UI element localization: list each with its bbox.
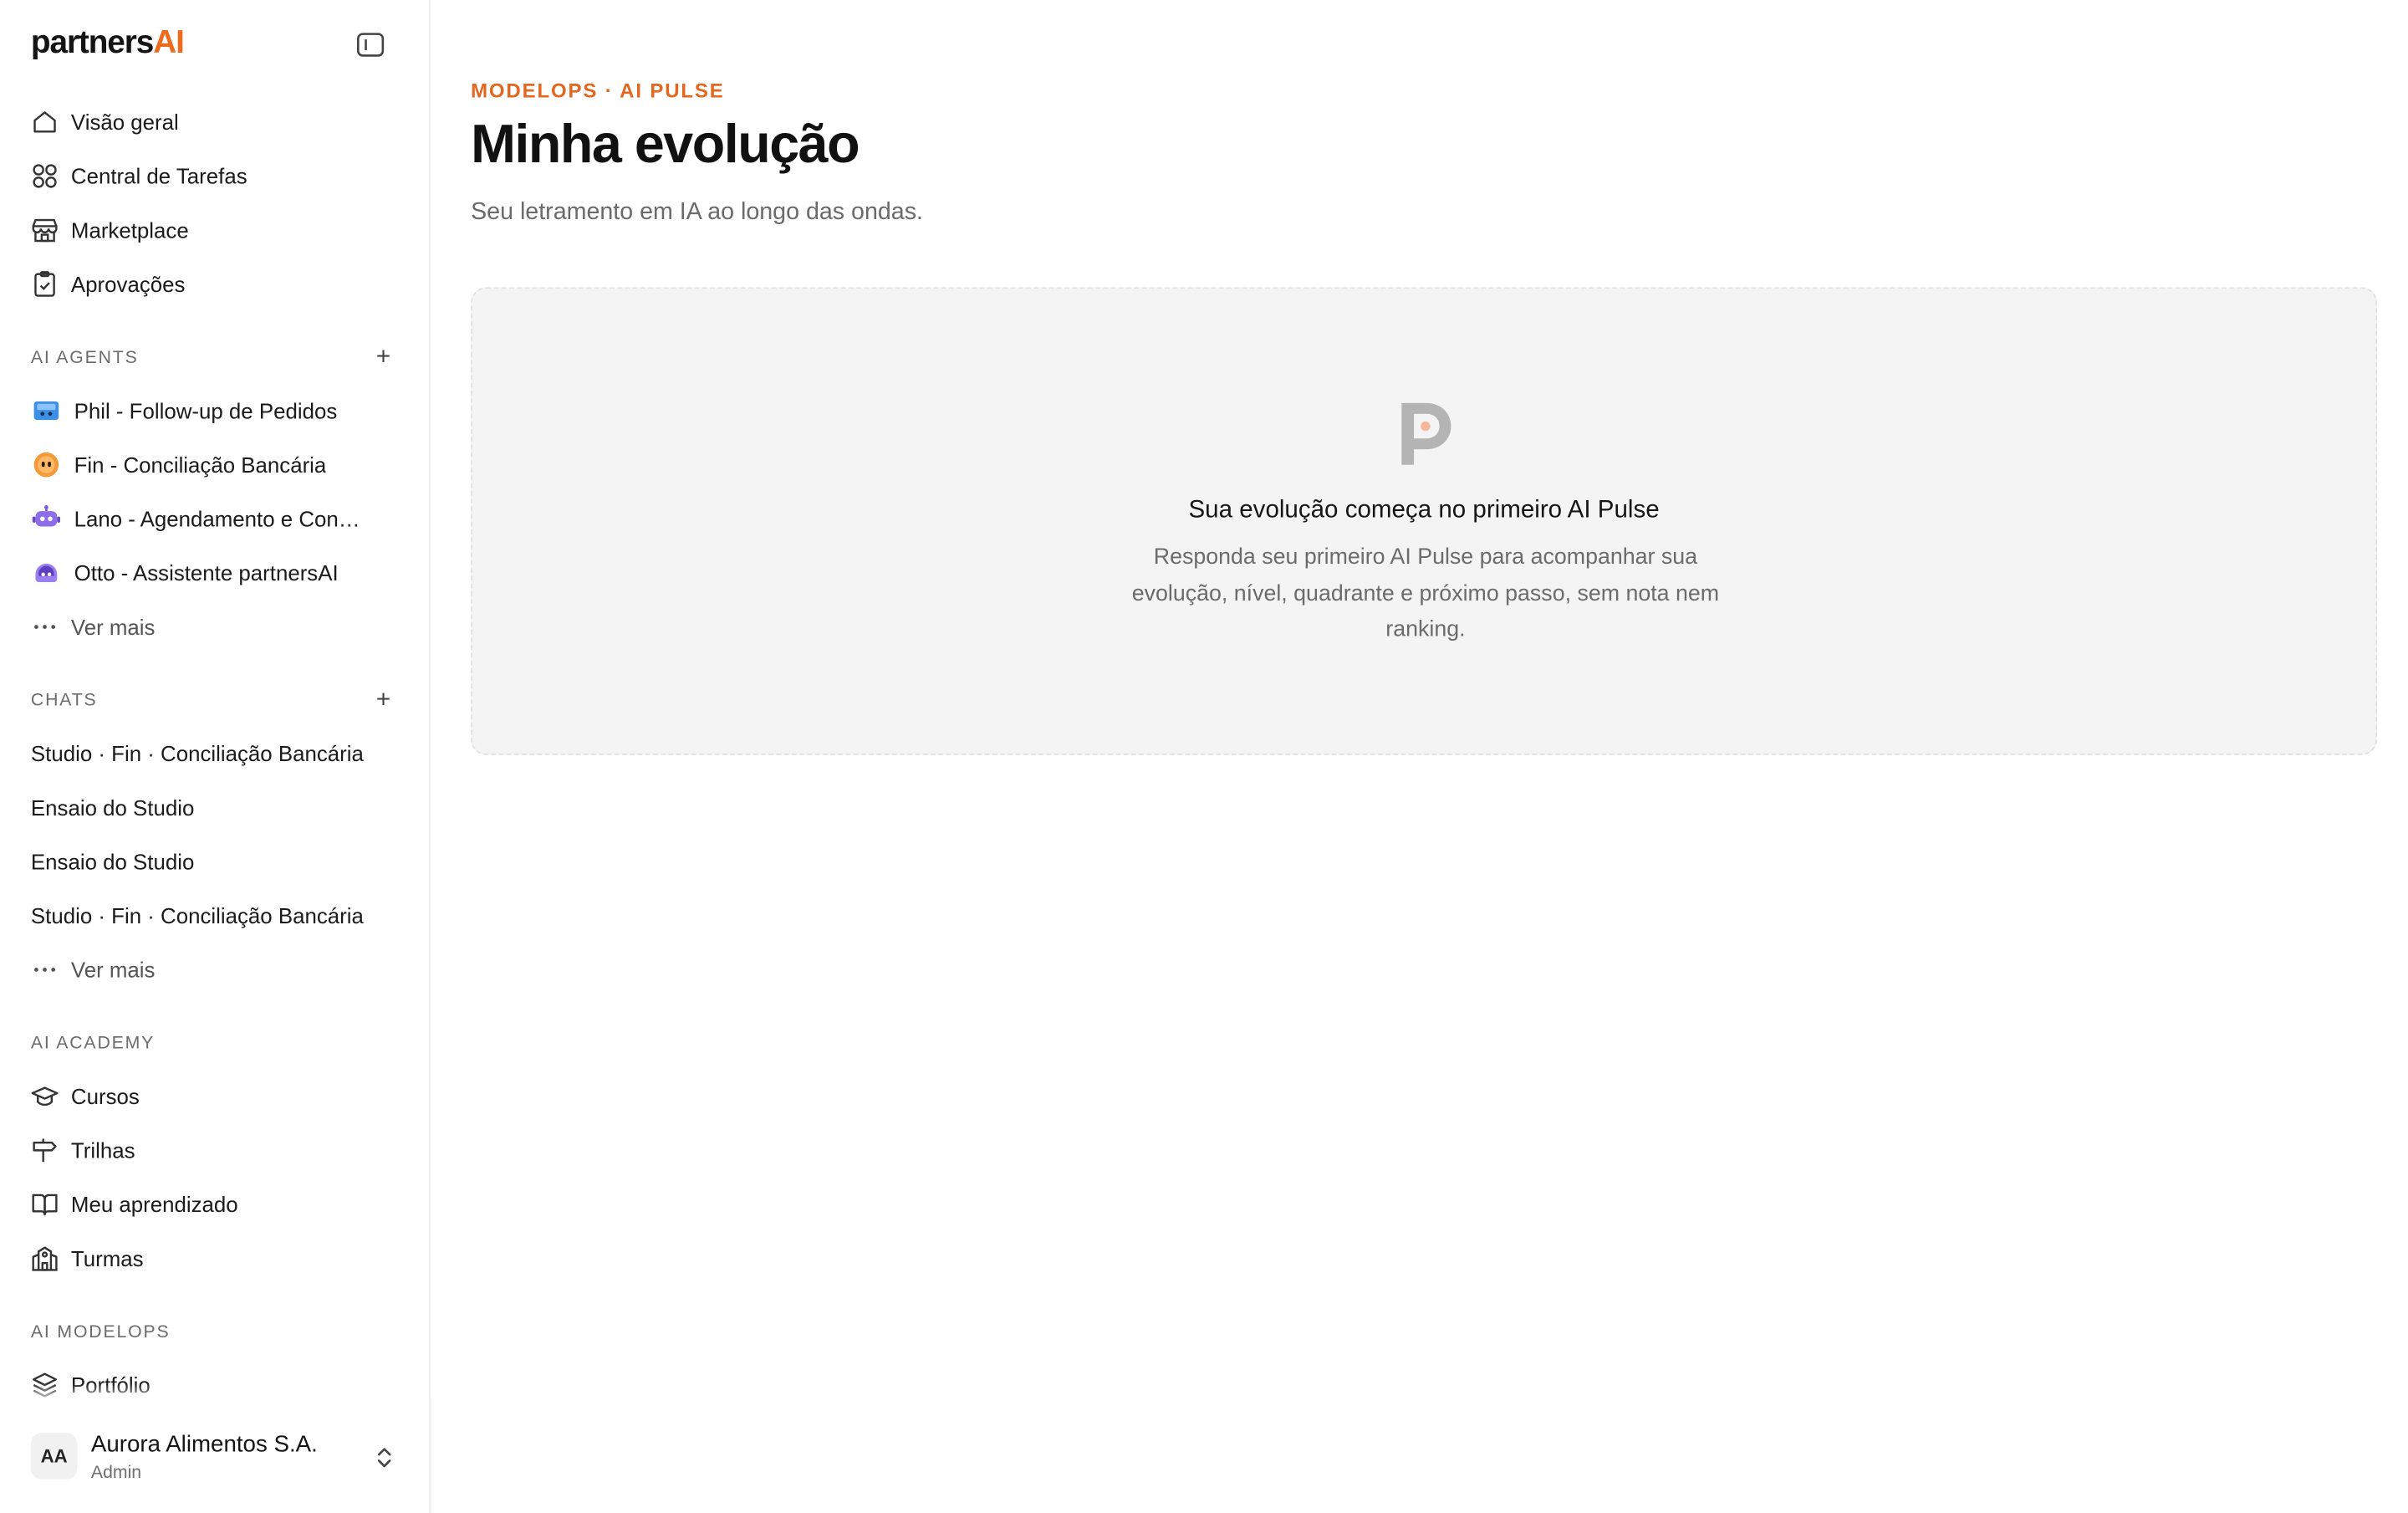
empty-state-title: Sua evolução começa no primeiro AI Pulse <box>1188 497 1660 524</box>
section-chats: CHATS + <box>0 675 429 726</box>
scroll-fade <box>0 1383 430 1405</box>
page-title: Minha evolução <box>471 114 860 175</box>
sidebar-item-label: Visão geral <box>70 109 179 134</box>
signpost-icon <box>31 1136 59 1163</box>
store-icon <box>31 216 59 243</box>
more-dots-icon <box>31 955 59 983</box>
book-open-icon <box>31 1189 59 1217</box>
ver-mais-label: Ver mais <box>70 613 156 639</box>
sidebar-item-visao-geral[interactable]: Visão geral <box>0 95 429 149</box>
brand-logo[interactable]: partnersAI <box>31 25 185 62</box>
sidebar-item-label: Fin - Conciliação Bancária <box>74 452 327 477</box>
sidebar-item-marketplace[interactable]: Marketplace <box>0 202 429 257</box>
sidebar-item-agent-otto[interactable]: Otto - Assistente partnersAI <box>0 545 429 600</box>
chat-title: Ensaio do Studio <box>30 848 195 873</box>
breadcrumb: MODELOPS · AI PULSE <box>471 79 725 102</box>
org-name: Aurora Alimentos S.A. <box>90 1431 318 1458</box>
sidebar-toggle-button[interactable] <box>354 28 388 62</box>
empty-state-description: Responda seu primeiro AI Pulse para acom… <box>1131 544 1720 642</box>
page-subtitle: Seu letramento em IA ao longo das ondas. <box>471 199 923 226</box>
agents-ver-mais-link[interactable]: Ver mais <box>0 599 429 653</box>
sidebar-item-label: Turmas <box>70 1245 144 1270</box>
org-switcher[interactable]: AA Aurora Alimentos S.A. Admin <box>0 1383 430 1513</box>
sidebar-item-agent-phil[interactable]: Phil - Follow-up de Pedidos <box>0 383 429 437</box>
org-role: Admin <box>90 1464 142 1483</box>
sidebar-item-label: Central de Tarefas <box>70 162 247 188</box>
sidebar-chat-item[interactable]: Studio · Fin · Conciliação Bancária <box>0 888 429 943</box>
otto-avatar-icon <box>31 557 62 588</box>
add-agent-button[interactable]: + <box>376 345 392 371</box>
school-building-icon <box>31 1244 59 1271</box>
section-ai-academy: AI ACADEMY <box>0 1018 429 1069</box>
sidebar-item-aprovacoes[interactable]: Aprovações <box>0 256 429 310</box>
sidebar-item-label: Otto - Assistente partnersAI <box>74 560 339 585</box>
sidebar-item-turmas[interactable]: Turmas <box>0 1230 429 1285</box>
more-dots-icon <box>31 612 59 640</box>
chat-title: Ensaio do Studio <box>30 794 195 820</box>
section-title: CHATS <box>30 691 98 710</box>
sidebar-nav: Visão geral Central de Tarefas Marketpla… <box>0 95 429 1412</box>
sidebar-item-label: Trilhas <box>70 1137 135 1163</box>
section-title: AI AGENTS <box>30 348 139 367</box>
sidebar: partnersAI Visão geral Central de Tarefa… <box>0 0 431 1513</box>
sidebar-item-label: Lano - Agendamento e Con… <box>74 505 360 531</box>
fin-avatar-icon <box>31 448 62 479</box>
section-ai-agents: AI AGENTS + <box>0 332 429 383</box>
section-title: AI MODELOPS <box>30 1322 171 1342</box>
ai-pulse-logo-icon <box>1401 402 1451 465</box>
sidebar-chat-item[interactable]: Studio · Fin · Conciliação Bancária <box>0 726 429 780</box>
sidebar-item-central-de-tarefas[interactable]: Central de Tarefas <box>0 148 429 202</box>
sidebar-item-agent-lano[interactable]: Lano - Agendamento e Con… <box>0 491 429 545</box>
avatar: AA <box>30 1433 78 1480</box>
chevrons-up-down-icon[interactable] <box>370 1444 398 1471</box>
chat-title: Studio · Fin · Conciliação Bancária <box>30 902 364 928</box>
clipboard-check-icon <box>31 269 59 297</box>
section-ai-modelops: AI MODELOPS <box>0 1306 429 1357</box>
sidebar-panel-icon <box>357 33 385 57</box>
sidebar-item-meu-aprendizado[interactable]: Meu aprendizado <box>0 1177 429 1231</box>
ver-mais-label: Ver mais <box>70 956 156 982</box>
chat-title: Studio · Fin · Conciliação Bancária <box>30 740 364 765</box>
sidebar-chat-item[interactable]: Ensaio do Studio <box>0 834 429 888</box>
sidebar-item-trilhas[interactable]: Trilhas <box>0 1122 429 1177</box>
app-root: partnersAI Visão geral Central de Tarefa… <box>0 0 2408 1513</box>
empty-state-card: Sua evolução começa no primeiro AI Pulse… <box>471 287 2378 755</box>
sidebar-item-agent-fin[interactable]: Fin - Conciliação Bancária <box>0 437 429 491</box>
chats-ver-mais-link[interactable]: Ver mais <box>0 942 429 996</box>
sidebar-item-label: Aprovações <box>70 271 186 296</box>
sidebar-item-label: Cursos <box>70 1083 140 1108</box>
grid-icon <box>31 161 59 189</box>
sidebar-item-label: Phil - Follow-up de Pedidos <box>74 397 338 422</box>
sidebar-chat-item[interactable]: Ensaio do Studio <box>0 780 429 834</box>
sidebar-item-label: Marketplace <box>70 217 189 242</box>
lano-robot-icon <box>31 503 62 534</box>
sidebar-item-cursos[interactable]: Cursos <box>0 1069 429 1123</box>
home-icon <box>31 107 59 135</box>
sidebar-item-label: Meu aprendizado <box>70 1191 238 1216</box>
phil-avatar-icon <box>31 395 62 426</box>
main-content: MODELOPS · AI PULSE Minha evolução Seu l… <box>431 0 2408 1513</box>
section-title: AI ACADEMY <box>30 1034 156 1053</box>
add-chat-button[interactable]: + <box>376 687 392 713</box>
graduation-cap-icon <box>31 1081 59 1109</box>
